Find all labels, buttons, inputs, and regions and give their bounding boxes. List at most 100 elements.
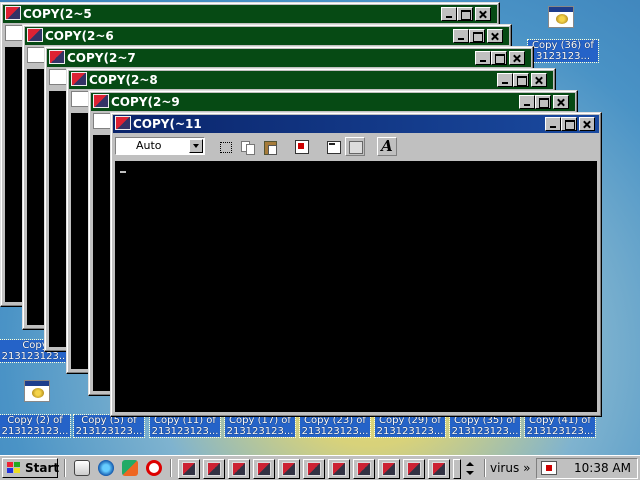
font-size-select[interactable]: Auto <box>115 137 205 155</box>
window-title: COPY(~11 <box>133 117 202 131</box>
msdos-icon[interactable] <box>27 28 43 42</box>
copy-button[interactable] <box>237 137 257 156</box>
minimize-button[interactable] <box>475 51 491 65</box>
desktop-icon-label[interactable]: Copy (36) of 3123123... <box>527 39 599 63</box>
close-button[interactable] <box>475 7 491 21</box>
window-title: COPY(2~7 <box>67 51 136 65</box>
taskbar-button[interactable] <box>178 459 200 479</box>
desktop-icon-label[interactable]: Copy (5) of 213123123... <box>73 414 145 438</box>
chevron-down-icon[interactable] <box>189 139 203 153</box>
start-button[interactable]: Start <box>2 458 59 478</box>
taskbar-button[interactable] <box>253 459 275 479</box>
close-button[interactable] <box>509 51 525 65</box>
title-bar[interactable]: COPY(2~5 <box>3 5 497 23</box>
icon-label-line2: 213123123... <box>376 426 444 437</box>
taskbar-button[interactable] <box>328 459 350 479</box>
desktop-icon-label[interactable]: Copy (17) of 213123123... <box>224 414 296 438</box>
msdos-icon <box>307 462 321 476</box>
text-cursor <box>120 171 126 173</box>
title-bar[interactable]: COPY(2~9 <box>91 93 575 111</box>
minimize-button[interactable] <box>453 29 469 43</box>
font-button[interactable]: A <box>377 137 397 156</box>
close-button[interactable] <box>553 95 569 109</box>
minimize-button[interactable] <box>545 117 561 131</box>
taskbar-button[interactable] <box>378 459 400 479</box>
title-bar[interactable]: COPY(2~6 <box>25 27 509 45</box>
title-bar[interactable]: COPY(2~8 <box>69 71 553 89</box>
taskbar-button[interactable] <box>203 459 225 479</box>
taskbar-button[interactable] <box>228 459 250 479</box>
minimize-button[interactable] <box>441 7 457 21</box>
taskbar-scroll[interactable] <box>462 459 478 479</box>
mark-icon <box>220 142 232 153</box>
icon-label-line2: 213123123... <box>451 426 519 437</box>
msdos-icon[interactable] <box>93 94 109 108</box>
minimize-button[interactable] <box>497 73 513 87</box>
icon-label-line2: 213123123... <box>1 351 69 362</box>
desktop-icon-label[interactable]: Copy (2) of 213123123... <box>0 414 71 438</box>
windows-logo-icon <box>7 462 21 474</box>
channels-icon[interactable] <box>122 460 138 476</box>
icon-label-line2: 3123123... <box>535 51 591 62</box>
background-icon <box>349 141 363 154</box>
desktop-icon-label[interactable]: Copy (11) of 213123123... <box>149 414 221 438</box>
msdos-window-active[interactable]: COPY(~11 Auto A <box>110 112 602 417</box>
shortcut-icon[interactable] <box>24 380 50 402</box>
maximize-button[interactable] <box>469 29 485 43</box>
taskbar-button[interactable] <box>453 459 461 479</box>
full-screen-button[interactable] <box>291 137 311 156</box>
msdos-icon[interactable] <box>5 6 21 20</box>
show-desktop-icon[interactable] <box>74 460 90 476</box>
internet-explorer-icon[interactable] <box>98 460 114 476</box>
toolbar-stub <box>27 47 45 63</box>
full-screen-icon-center <box>298 143 304 149</box>
icon-label-line1: Copy (2) of <box>7 415 63 426</box>
chevron-right-icon[interactable]: » <box>523 461 530 475</box>
window-title: COPY(2~5 <box>23 7 92 21</box>
console-screen[interactable] <box>115 161 597 412</box>
icon-label-line2: 213123123... <box>151 426 219 437</box>
icon-label-line2: 213123123... <box>526 426 594 437</box>
desktop-icon-label[interactable]: Copy (23) of 213123123... <box>299 414 371 438</box>
taskbar-button[interactable] <box>353 459 375 479</box>
maximize-button[interactable] <box>491 51 507 65</box>
msdos-icon[interactable] <box>49 50 65 64</box>
desktop-icon-label[interactable]: Copy (29) of 213123123... <box>374 414 446 438</box>
title-bar[interactable]: COPY(~11 <box>113 115 599 133</box>
msdos-icon[interactable] <box>115 116 131 130</box>
clock[interactable]: 10:38 AM <box>574 461 631 476</box>
scroll-down-icon[interactable] <box>466 471 474 475</box>
msdos-icon <box>232 462 246 476</box>
taskbar-button[interactable] <box>303 459 325 479</box>
scroll-up-icon[interactable] <box>466 462 474 466</box>
msdos-icon <box>432 462 446 476</box>
msdos-icon <box>382 462 396 476</box>
desktop-icon-label[interactable]: Copy (41) of 213123123... <box>524 414 596 438</box>
maximize-button[interactable] <box>561 117 577 131</box>
msdos-icon[interactable] <box>71 72 87 86</box>
copy-icon-back <box>246 144 255 155</box>
taskbar-button[interactable] <box>278 459 300 479</box>
background-button[interactable] <box>345 137 365 156</box>
paste-button[interactable] <box>259 137 279 156</box>
properties-button[interactable] <box>323 137 343 156</box>
close-button[interactable] <box>579 117 595 131</box>
tray-app-icon[interactable] <box>541 461 557 475</box>
mark-button[interactable] <box>215 137 235 156</box>
taskbar-button[interactable] <box>428 459 450 479</box>
maximize-button[interactable] <box>513 73 529 87</box>
close-button[interactable] <box>531 73 547 87</box>
title-bar[interactable]: COPY(2~7 <box>47 49 531 67</box>
font-icon: A <box>381 137 393 155</box>
shortcut-icon[interactable] <box>548 6 574 28</box>
maximize-button[interactable] <box>457 7 473 21</box>
msdos-icon <box>257 462 271 476</box>
minimize-button[interactable] <box>519 95 535 109</box>
icon-label-line2: 213123123... <box>1 426 69 437</box>
maximize-button[interactable] <box>535 95 551 109</box>
desktop-icon-label[interactable]: Copy (35) of 213123123... <box>449 414 521 438</box>
opera-icon[interactable] <box>146 460 162 476</box>
toolbar-label[interactable]: virus » <box>490 459 530 477</box>
close-button[interactable] <box>487 29 503 43</box>
taskbar-button[interactable] <box>403 459 425 479</box>
